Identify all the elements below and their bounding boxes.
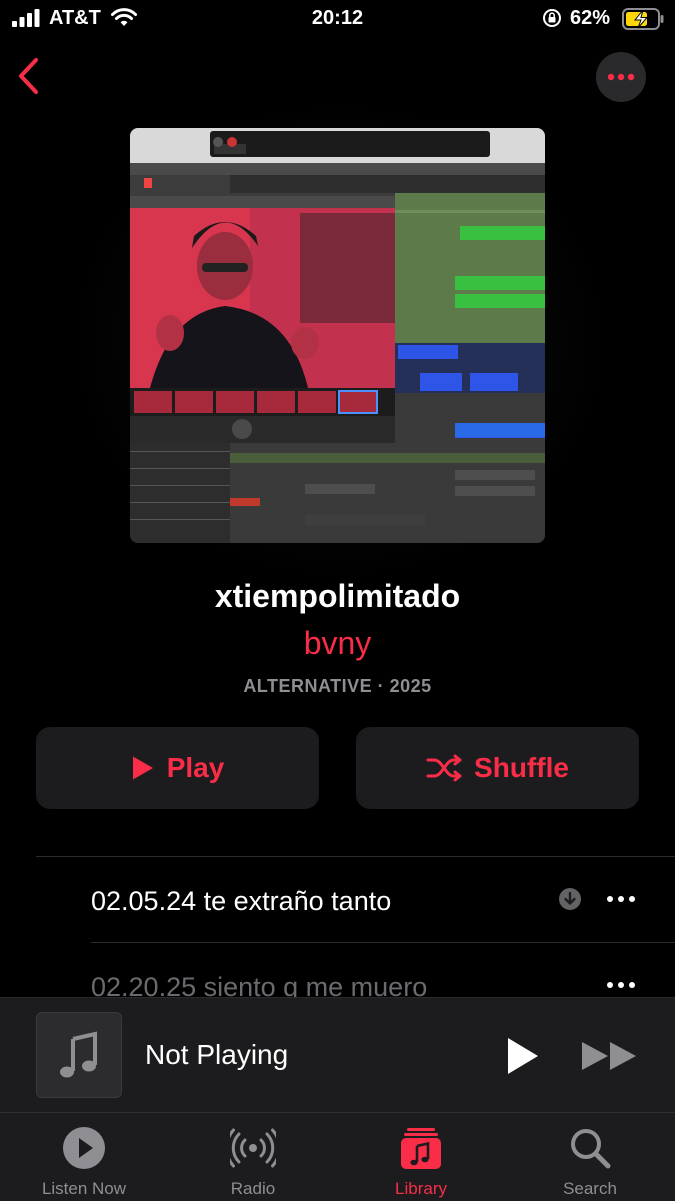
ellipsis-icon: [607, 73, 635, 81]
play-circle-icon: [63, 1127, 105, 1169]
shuffle-button-label: Shuffle: [474, 752, 569, 783]
search-icon: [571, 1129, 611, 1169]
tab-radio[interactable]: Radio: [169, 1113, 337, 1201]
radio-waves-icon: [230, 1128, 276, 1168]
shuffle-button[interactable]: Shuffle: [356, 727, 639, 809]
now-playing-title: Not Playing: [145, 1039, 289, 1070]
fast-forward-icon[interactable]: [580, 1036, 640, 1076]
downloaded-icon: [559, 888, 581, 910]
track-title: 02.05.24 te extraño tanto: [91, 886, 392, 916]
track-row[interactable]: 02.05.24 te extraño tanto: [0, 857, 675, 943]
album-cover-image: [130, 128, 545, 543]
play-button-label: Play: [166, 752, 225, 783]
tab-search[interactable]: Search: [506, 1113, 674, 1201]
tab-listen-now[interactable]: Listen Now: [0, 1113, 168, 1201]
play-button[interactable]: Play: [36, 727, 319, 809]
tab-label: Radio: [230, 1179, 276, 1198]
album-title: xtiempolimitado: [214, 578, 461, 614]
music-note-icon: [60, 1031, 97, 1078]
rotation-lock-icon: [543, 9, 561, 27]
status-bar: AT&T 20:12 62%: [0, 0, 675, 40]
tab-library[interactable]: Library: [337, 1113, 505, 1201]
album-genre-year: ALTERNATIVE · 2025: [243, 676, 432, 696]
tab-label: Library: [395, 1179, 447, 1198]
battery-percent: 62%: [570, 7, 611, 29]
mini-play-icon[interactable]: [500, 1034, 544, 1078]
mini-player-artwork: [36, 1012, 122, 1098]
track-more-icon[interactable]: [604, 887, 638, 911]
shuffle-icon: [426, 754, 462, 782]
track-more-icon[interactable]: [604, 973, 638, 997]
play-icon: [132, 756, 153, 780]
battery-charging-icon: [622, 8, 664, 30]
tab-bar: Listen Now Radio Library Search: [0, 1112, 675, 1201]
more-options-button[interactable]: [596, 52, 646, 102]
album-artwork: [130, 128, 545, 543]
back-chevron-icon[interactable]: [14, 56, 42, 96]
library-icon: [401, 1128, 441, 1169]
tab-label: Search: [563, 1179, 617, 1198]
tab-label: Listen Now: [41, 1179, 127, 1198]
artist-link[interactable]: bvny: [0, 625, 675, 662]
mini-player[interactable]: Not Playing: [0, 997, 675, 1113]
